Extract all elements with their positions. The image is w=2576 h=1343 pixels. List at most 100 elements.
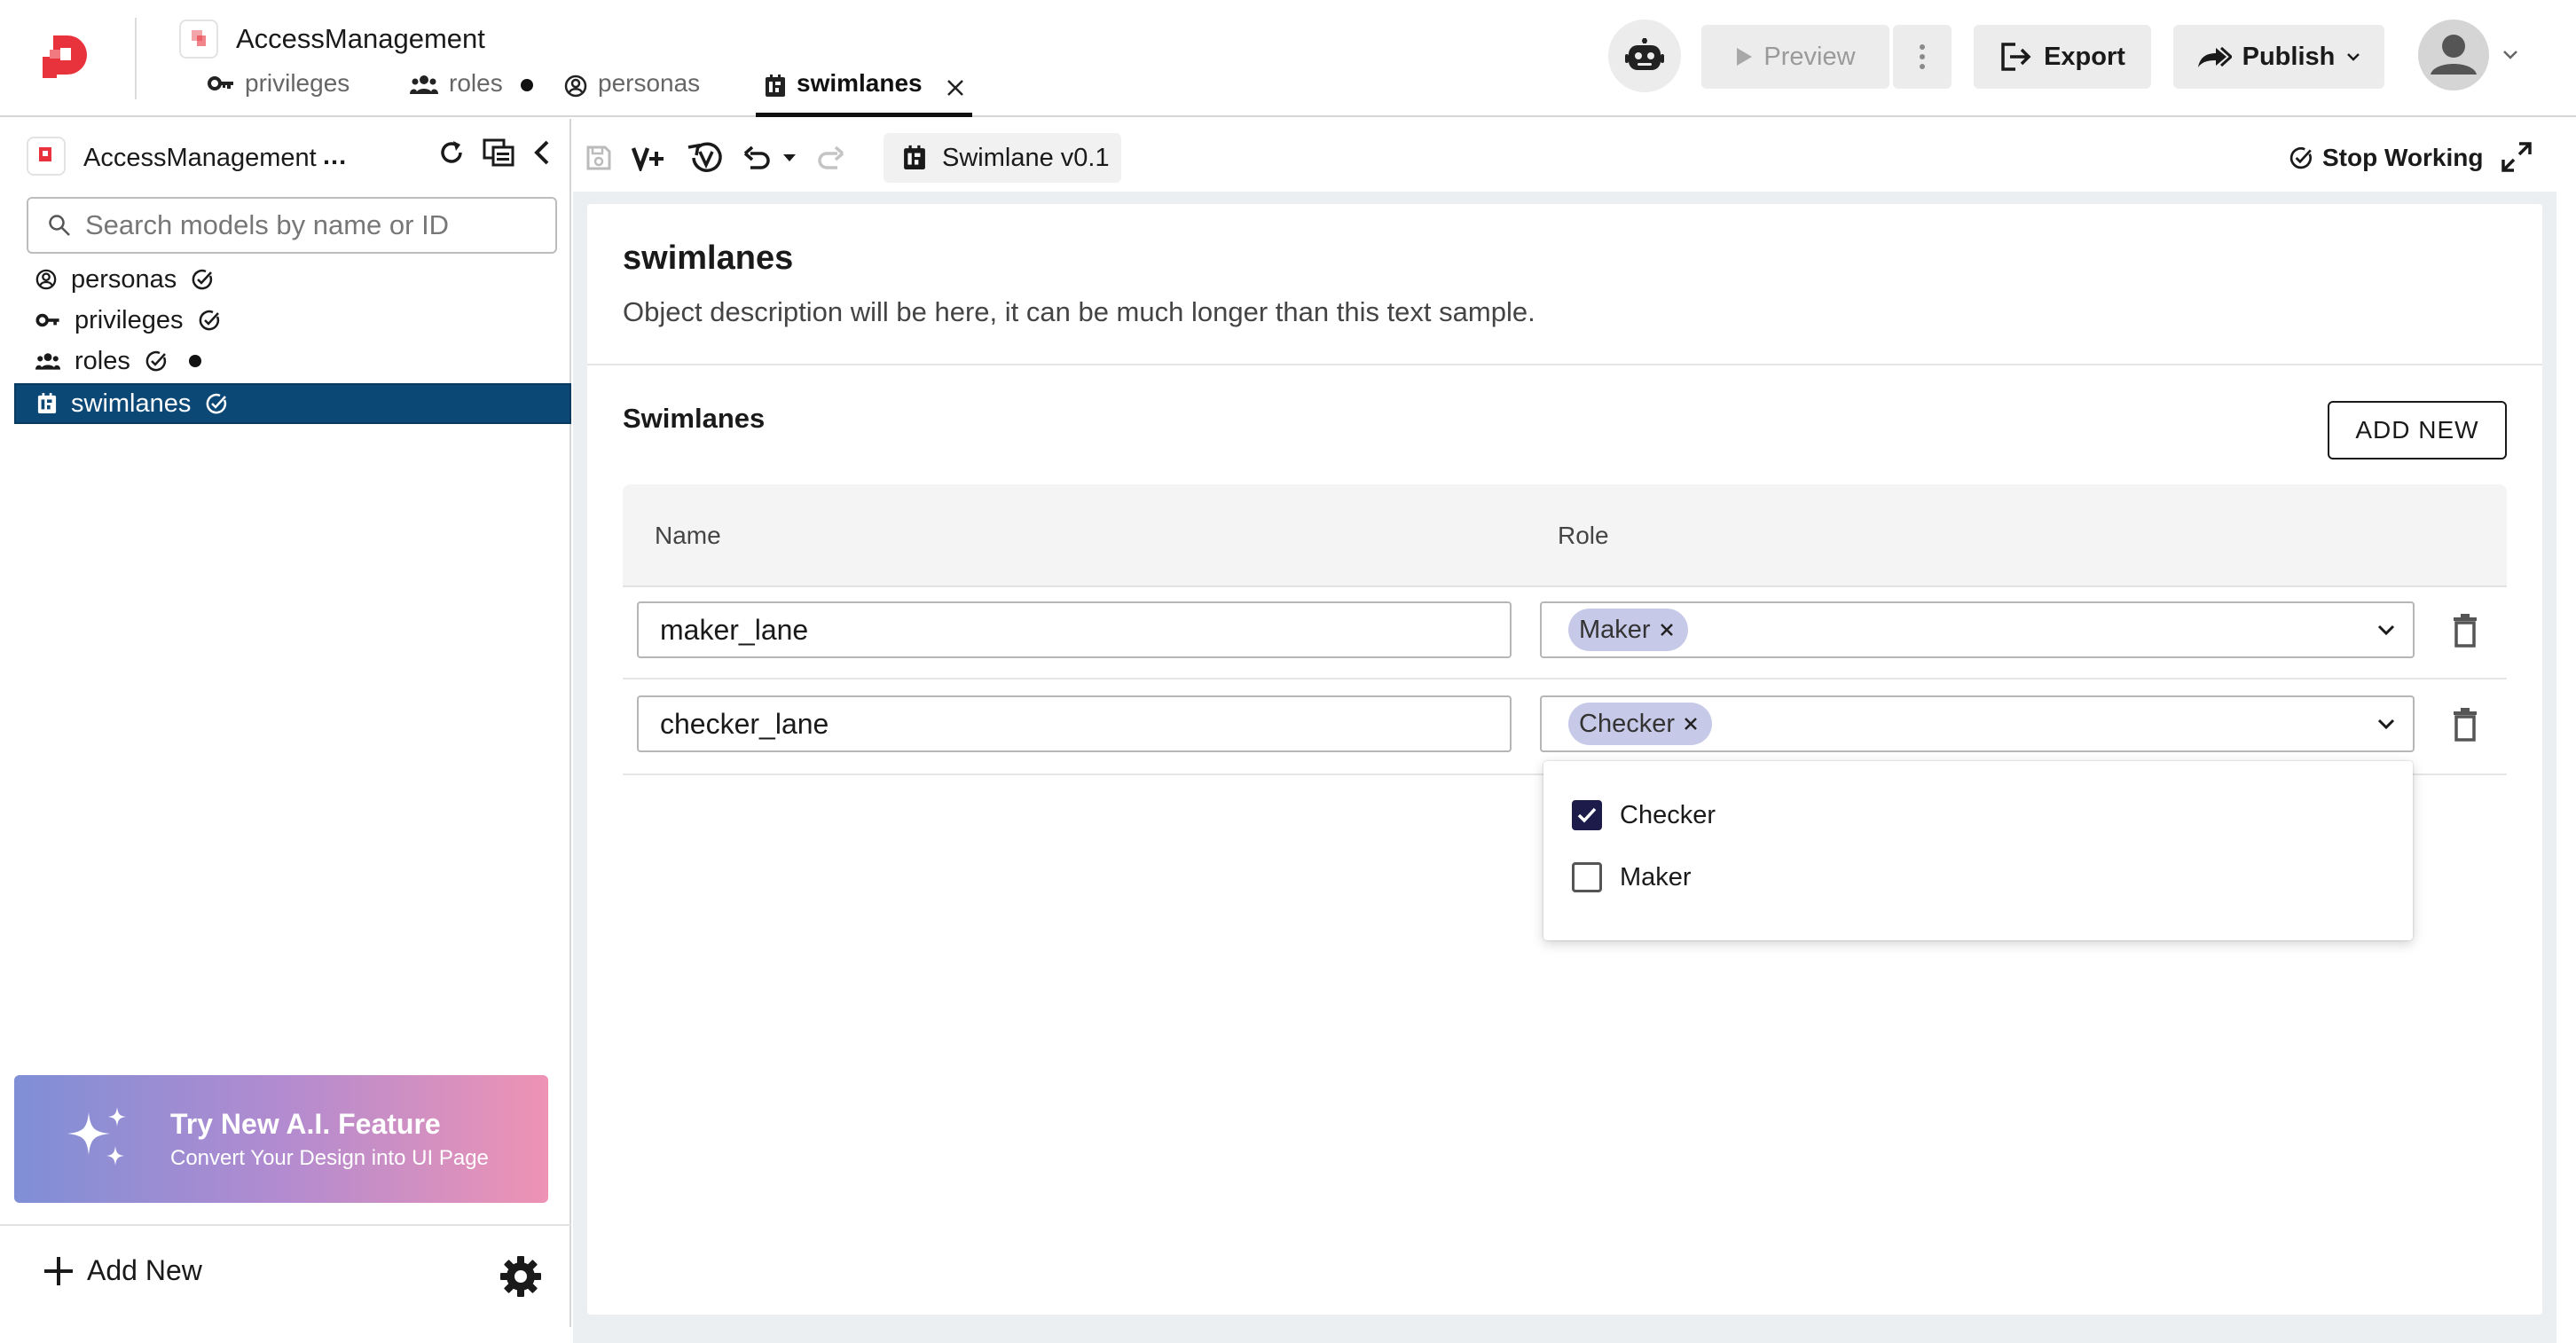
ai-feature-banner[interactable]: Try New A.I. Feature Convert Your Design… [14, 1075, 548, 1203]
expand-icon[interactable] [2501, 142, 2532, 172]
role-chip: Maker [1568, 609, 1688, 651]
sparkles-icon [64, 1103, 135, 1174]
column-header-name: Name [655, 522, 721, 549]
sidebar-item-personas[interactable]: personas [14, 259, 571, 300]
swimlane-name-input[interactable] [637, 695, 1512, 752]
delete-row-icon[interactable] [2452, 614, 2478, 648]
role-option-label: Maker [1620, 862, 1692, 891]
role-select[interactable]: Checker [1540, 695, 2415, 752]
sidebar-item-swimlanes[interactable]: swimlanes [14, 383, 571, 424]
search-input[interactable] [85, 209, 546, 241]
play-icon [1735, 47, 1753, 67]
account-chevron-down-icon[interactable] [2501, 48, 2519, 60]
robot-icon [1625, 38, 1664, 74]
refresh-icon[interactable] [438, 139, 465, 166]
sidebar-item-label: personas [71, 264, 177, 294]
check-circle-icon [198, 309, 221, 332]
user-avatar[interactable] [2418, 20, 2489, 90]
sidebar-item-privileges[interactable]: privileges [14, 300, 571, 341]
swimlane-icon [765, 75, 786, 98]
publish-button[interactable]: Publish [2173, 25, 2384, 89]
section-title: Swimlanes [623, 403, 766, 434]
preview-button[interactable]: Preview [1701, 25, 1889, 89]
stop-working-button[interactable]: Stop Working [2289, 144, 2483, 172]
tab-label: roles [449, 69, 503, 97]
sidebar-item-label: roles [75, 346, 130, 375]
redo-icon[interactable] [816, 145, 844, 171]
tab-privileges[interactable]: privileges [208, 69, 349, 117]
object-title: swimlanes [623, 240, 794, 277]
export-icon [1999, 43, 2031, 71]
settings-gear-icon[interactable] [499, 1254, 543, 1299]
role-chip-label: Checker [1579, 709, 1675, 738]
publish-label: Publish [2242, 42, 2336, 71]
object-description: Object description will be here, it can … [623, 296, 1535, 327]
delete-row-icon[interactable] [2452, 708, 2478, 742]
key-icon [208, 75, 234, 92]
app-title: AccessManagement [236, 23, 485, 54]
active-tab-indicator [756, 113, 972, 117]
sidebar-app-icon [27, 137, 66, 176]
column-header-role: Role [1558, 522, 1609, 549]
role-option-maker[interactable]: Maker [1572, 862, 1692, 892]
undo-icon[interactable] [743, 145, 772, 171]
tab-label: personas [598, 69, 701, 97]
preview-label: Preview [1763, 42, 1856, 71]
check-circle-icon [2289, 145, 2313, 170]
sidebar-app-title: AccessManagement [83, 144, 317, 172]
person-circle-icon [564, 75, 587, 98]
row-divider [623, 678, 2507, 679]
tab-swimlanes[interactable]: swimlanes [765, 69, 965, 117]
key-icon [35, 312, 60, 328]
add-new-label: Add New [87, 1254, 202, 1286]
ai-banner-title: Try New A.I. Feature [170, 1107, 441, 1140]
app-menu-button[interactable]: ... [323, 142, 347, 171]
search-icon [48, 214, 71, 237]
unsaved-dot [188, 355, 201, 367]
swimlane-name-input[interactable] [637, 601, 1512, 658]
check-circle-icon [145, 349, 168, 373]
version-chip[interactable]: Swimlane v0.1 [884, 133, 1121, 183]
tab-roles[interactable]: roles [410, 69, 533, 117]
close-icon[interactable] [946, 78, 965, 98]
swimlane-icon [37, 393, 57, 414]
unsaved-dot [520, 79, 533, 91]
chevron-down-icon[interactable] [2376, 713, 2397, 734]
add-new-button[interactable]: ADD NEW [2328, 401, 2507, 459]
app-icon [179, 20, 218, 59]
add-new-model-button[interactable]: Add New [43, 1254, 202, 1287]
chevron-down-icon[interactable] [2376, 619, 2397, 640]
collapse-sidebar-icon[interactable] [532, 139, 552, 166]
brand-logo[interactable] [41, 34, 89, 82]
users-icon [35, 352, 60, 370]
preview-more-button[interactable] [1893, 25, 1952, 89]
check-circle-icon [191, 268, 214, 291]
sidebar-tools [438, 138, 552, 167]
role-select[interactable]: Maker [1540, 601, 2415, 658]
ai-banner-text: Try New A.I. Feature Convert Your Design… [170, 1108, 489, 1171]
model-search[interactable] [27, 197, 557, 254]
person-circle-icon [35, 269, 57, 290]
chip-remove-icon[interactable] [1682, 715, 1700, 733]
tab-label: swimlanes [797, 69, 923, 97]
version-history-icon[interactable] [687, 140, 724, 176]
export-label: Export [2044, 42, 2125, 71]
chevron-down-icon [2345, 51, 2361, 62]
section-divider [587, 364, 2542, 365]
tab-personas[interactable]: personas [564, 69, 700, 117]
export-button[interactable]: Export [1974, 25, 2151, 89]
sidebar-item-label: privileges [75, 305, 184, 334]
role-option-checker[interactable]: Checker [1572, 800, 1716, 830]
checkbox-checked[interactable] [1572, 800, 1602, 830]
undo-menu-caret-icon[interactable] [782, 153, 797, 162]
checkbox-unchecked[interactable] [1572, 862, 1602, 892]
plus-icon [43, 1255, 75, 1287]
editor-toolbar [573, 119, 2556, 192]
save-icon[interactable] [585, 145, 612, 171]
copy-icon[interactable] [483, 138, 514, 167]
chip-remove-icon[interactable] [1658, 621, 1676, 639]
ai-assistant-button[interactable] [1608, 20, 1681, 92]
sidebar-item-roles[interactable]: roles [14, 341, 571, 381]
new-version-icon[interactable] [632, 145, 667, 171]
sidebar-item-label: swimlanes [71, 389, 192, 418]
